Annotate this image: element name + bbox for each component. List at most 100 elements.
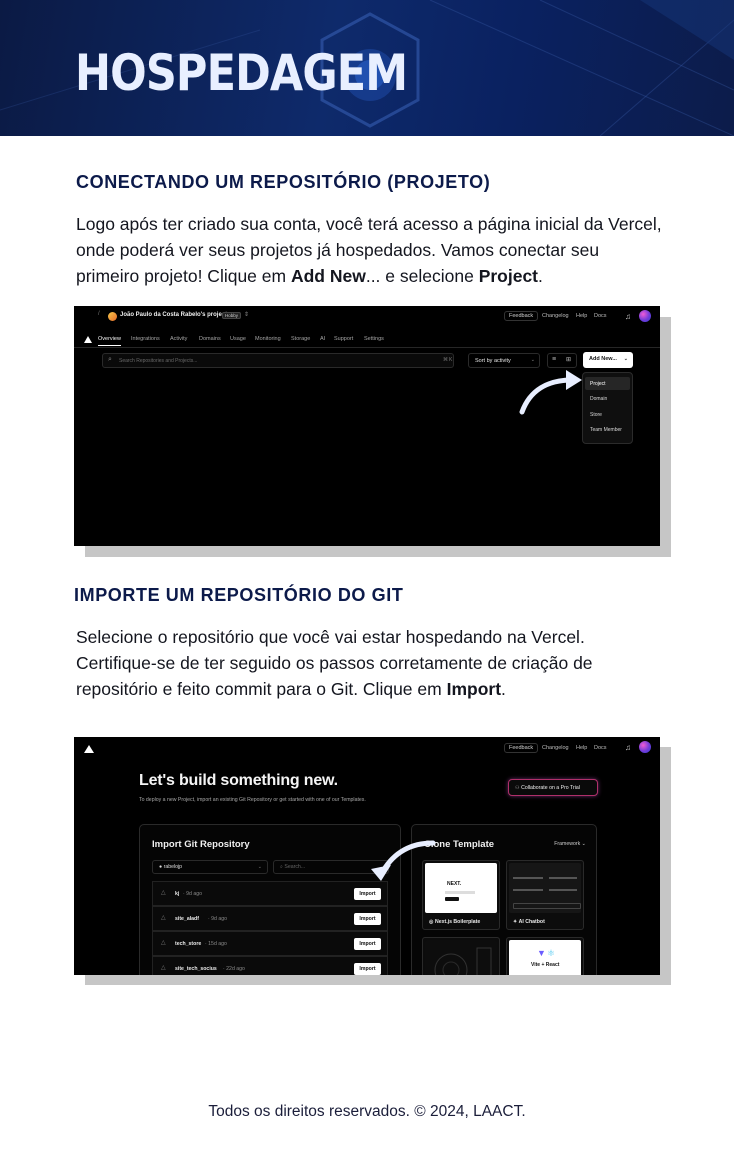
chevron-down-icon: ⌄ [623, 356, 628, 362]
import-button[interactable]: Import [354, 963, 381, 975]
slash-icon: / [98, 311, 100, 317]
chevron-updown-icon[interactable]: ⇕ [244, 311, 249, 318]
dashboard-tabs: Overview Integrations Activity Domains U… [74, 334, 660, 348]
framework-label: Framework [554, 841, 581, 847]
import-button[interactable]: Import [354, 913, 381, 925]
paragraph-line: repositório e feito commit para o Git. C… [76, 679, 506, 699]
tab-storage[interactable]: Storage [291, 336, 310, 342]
template-preview-image: ▼ ⚛ Vite + React [509, 940, 581, 975]
vercel-logo-icon[interactable] [84, 745, 94, 753]
template-card[interactable]: ✦ AI Chatbot [506, 860, 584, 930]
user-avatar[interactable] [639, 741, 651, 753]
search-icon: ⌕ [108, 356, 112, 363]
tab-domains[interactable]: Domains [199, 336, 221, 342]
grid-view-icon[interactable]: ⊞ [566, 356, 571, 363]
search-input[interactable]: ⌕ Search Repositories and Projects... ⌘ … [102, 353, 454, 368]
repo-age: · 9d ago [183, 891, 203, 897]
collaborate-label: Collaborate on a Pro Trial [521, 785, 580, 791]
import-button[interactable]: Import [354, 888, 381, 900]
git-owner-select[interactable]: ● rabelojp ⌄ [152, 860, 268, 874]
tab-activity[interactable]: Activity [170, 336, 187, 342]
repo-age: · 22d ago [223, 966, 245, 972]
repo-row: △ site_aladf · 9d ago Import [152, 906, 388, 931]
help-link[interactable]: Help [576, 745, 587, 751]
paragraph-line: onde poderá ver seus projetos já hospeda… [76, 240, 600, 260]
repo-age: · 9d ago [208, 916, 228, 922]
repo-icon: △ [161, 890, 166, 896]
template-card[interactable] [422, 937, 500, 975]
repo-icon: △ [161, 965, 166, 971]
sort-select[interactable]: Sort by activity ⌄ [468, 353, 540, 368]
repo-icon: △ [161, 940, 166, 946]
view-toggle[interactable]: ≡ ⊞ [547, 353, 577, 368]
repo-search-placeholder: Search... [284, 864, 306, 870]
section1-paragraph: Logo após ter criado sua conta, você ter… [76, 211, 696, 289]
dashboard-topbar: / João Paulo da Costa Rabelo's projects … [74, 306, 660, 330]
tab-overview[interactable]: Overview [98, 336, 121, 346]
react-icon: ⚛ [547, 948, 556, 958]
team-avatar[interactable] [108, 312, 117, 321]
tab-ai[interactable]: AI [320, 336, 325, 342]
menu-item-domain[interactable]: Domain [585, 392, 630, 405]
tab-settings[interactable]: Settings [364, 336, 384, 342]
changelog-link[interactable]: Changelog [542, 745, 569, 751]
repo-age: · 15d ago [205, 941, 227, 947]
tab-usage[interactable]: Usage [230, 336, 246, 342]
menu-item-team-member[interactable]: Team Member [585, 423, 630, 436]
section-heading-connect: CONECTANDO UM REPOSITÓRIO (PROJETO) [76, 172, 491, 192]
vite-icon: ▼ [537, 948, 546, 958]
framework-select[interactable]: Framework ⌄ [554, 841, 586, 847]
search-placeholder: Search Repositories and Projects... [119, 358, 198, 364]
user-avatar[interactable] [639, 310, 651, 322]
chevron-down-icon: ⌄ [530, 357, 535, 363]
team-name[interactable]: João Paulo da Costa Rabelo's projects [120, 312, 230, 318]
vercel-dashboard-screenshot: / João Paulo da Costa Rabelo's projects … [74, 306, 660, 546]
add-new-dropdown: Project Domain Store Team Member [582, 372, 633, 444]
repo-name: site_aladf [175, 916, 199, 922]
github-icon: ● [159, 864, 163, 870]
template-label: ◎ Next.js Boilerplate [429, 919, 481, 925]
bell-icon[interactable]: ♫ [625, 312, 631, 321]
kbd-k: K [449, 357, 453, 363]
kbd-cmd: ⌘ [443, 357, 448, 363]
paragraph-line: Logo após ter criado sua conta, você ter… [76, 214, 662, 234]
globe-preview [434, 947, 492, 975]
chevron-down-icon: ⌄ [257, 864, 262, 870]
docs-link[interactable]: Docs [594, 745, 607, 751]
import-card-title: Import Git Repository [152, 839, 250, 850]
tab-monitoring[interactable]: Monitoring [255, 336, 281, 342]
paragraph-line: Certifique-se de ter seguido os passos c… [76, 653, 593, 673]
template-preview-image [425, 940, 497, 975]
repo-row: △ tech_store · 15d ago Import [152, 931, 388, 956]
new-project-subtitle: To deploy a new Project, import an exist… [139, 797, 366, 803]
repo-name: kj [175, 891, 180, 897]
footer-copyright: Todos os direitos reservados. © 2024, LA… [208, 1103, 526, 1120]
tab-support[interactable]: Support [334, 336, 353, 342]
docs-link[interactable]: Docs [594, 313, 607, 319]
import-button[interactable]: Import [354, 938, 381, 950]
tab-integrations[interactable]: Integrations [131, 336, 160, 342]
vercel-logo-icon[interactable] [84, 336, 92, 343]
menu-item-project[interactable]: Project [585, 377, 630, 390]
search-icon: ⌕ [280, 864, 283, 870]
collaborate-pro-trial-button[interactable]: ⚇ Collaborate on a Pro Trial [508, 779, 598, 796]
list-view-icon[interactable]: ≡ [552, 356, 556, 363]
section-heading-import: IMPORTE UM REPOSITÓRIO DO GIT [74, 585, 404, 605]
menu-item-store[interactable]: Store [585, 408, 630, 421]
header-banner: HOSPEDAGEM [0, 0, 734, 136]
section2-paragraph: Selecione o repositório que você vai est… [76, 624, 696, 702]
add-new-label: Add New... [589, 356, 617, 362]
feedback-button[interactable]: Feedback [504, 311, 539, 321]
nextjs-logo: NEXT. [447, 881, 462, 887]
plan-badge: Hobby [222, 312, 242, 319]
template-preview-image [509, 863, 581, 913]
feedback-button[interactable]: Feedback [504, 743, 539, 753]
bell-icon[interactable]: ♫ [625, 743, 631, 752]
paragraph-line: Selecione o repositório que você vai est… [76, 627, 585, 647]
page-title: HOSPEDAGEM [75, 44, 408, 102]
add-new-button[interactable]: Add New... ⌄ [583, 352, 633, 368]
template-card[interactable]: ▼ ⚛ Vite + React [506, 937, 584, 975]
owner-label: rabelojp [163, 864, 183, 870]
changelog-link[interactable]: Changelog [542, 313, 569, 319]
help-link[interactable]: Help [576, 313, 587, 319]
